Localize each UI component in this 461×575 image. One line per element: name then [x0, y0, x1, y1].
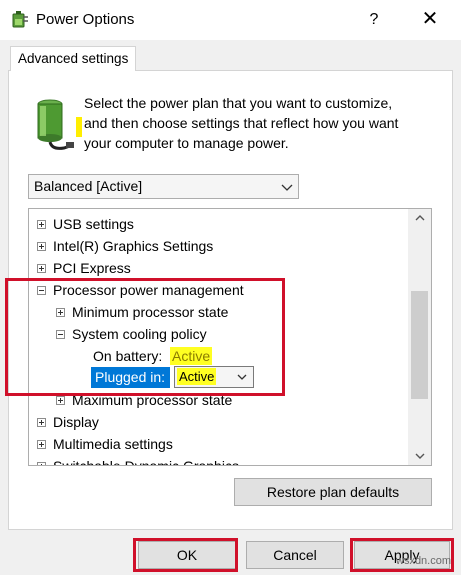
help-button[interactable]: ? [364, 9, 384, 31]
description-text: Select the power plan that you want to c… [84, 93, 424, 153]
expand-icon[interactable] [37, 264, 46, 273]
expand-icon[interactable] [37, 440, 46, 449]
power-plan-value: Balanced [Active] [34, 178, 143, 194]
tab-label: Advanced settings [18, 51, 129, 66]
description-line: Select the power plan that you want to c… [84, 95, 393, 111]
expand-icon[interactable] [37, 220, 46, 229]
expand-icon[interactable] [56, 396, 65, 405]
expand-icon[interactable] [37, 242, 46, 251]
tree-item-label: Multimedia settings [53, 436, 173, 452]
tree-item-label: Intel(R) Graphics Settings [53, 238, 214, 254]
window-title: Power Options [36, 11, 135, 28]
expand-icon[interactable] [37, 462, 46, 465]
text-highlight-mark [76, 117, 82, 137]
tree-scrollbar[interactable] [408, 209, 431, 465]
cancel-button[interactable]: Cancel [246, 541, 344, 569]
tree-item-label: Display [53, 414, 99, 430]
expand-icon[interactable] [37, 418, 46, 427]
tab-advanced-settings[interactable]: Advanced settings [10, 46, 136, 71]
scrollbar-thumb[interactable] [411, 291, 428, 399]
watermark-text: wsxdn.com [396, 555, 452, 567]
scroll-up-icon[interactable] [408, 209, 431, 227]
power-options-icon [10, 9, 30, 29]
chevron-down-icon [279, 179, 295, 195]
description-line: and then choose settings that reflect ho… [84, 115, 399, 131]
description-line: your computer to manage power. [84, 135, 289, 151]
tree-item-label: Switchable Dynamic Graphics [53, 458, 239, 466]
highlight-box-processor-settings [5, 278, 285, 396]
highlight-box-ok [133, 538, 238, 572]
tree-item-label: USB settings [53, 216, 134, 232]
tree-item-label: PCI Express [53, 260, 131, 276]
close-button[interactable]: ✕ [418, 7, 442, 31]
battery-plug-icon [30, 96, 76, 152]
scroll-down-icon[interactable] [408, 447, 431, 465]
restore-plan-defaults-button[interactable]: Restore plan defaults [234, 478, 432, 506]
power-plan-dropdown[interactable]: Balanced [Active] [28, 174, 299, 199]
